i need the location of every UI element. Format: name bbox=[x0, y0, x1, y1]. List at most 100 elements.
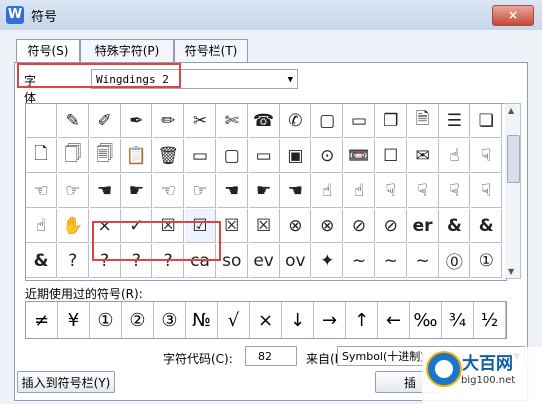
symbol-cell[interactable]: ☞ bbox=[185, 174, 216, 208]
symbol-cell[interactable]: ⓪ bbox=[439, 244, 471, 278]
symbol-cell[interactable] bbox=[26, 104, 57, 138]
symbol-cell[interactable]: ☟ bbox=[375, 174, 407, 208]
symbol-cell[interactable]: ☝ bbox=[344, 174, 375, 208]
recent-symbol-cell[interactable]: × bbox=[250, 302, 282, 338]
symbol-cell[interactable]: & bbox=[439, 209, 471, 243]
symbol-cell[interactable]: ⊗ bbox=[280, 209, 312, 243]
symbol-cell[interactable]: ✎ bbox=[57, 104, 89, 138]
symbol-cell[interactable]: ✏ bbox=[153, 104, 185, 138]
recent-symbol-cell[interactable]: ① bbox=[90, 302, 122, 338]
symbol-cell[interactable]: ☚ bbox=[216, 174, 248, 208]
symbol-cell[interactable]: ✆ bbox=[280, 104, 312, 138]
symbol-cell[interactable]: ☛ bbox=[248, 174, 280, 208]
symbol-cell[interactable]: ⊘ bbox=[375, 209, 407, 243]
symbol-cell[interactable]: ☟ bbox=[439, 174, 471, 208]
symbol-cell[interactable]: er bbox=[407, 209, 439, 243]
recent-symbol-cell[interactable]: ↓ bbox=[282, 302, 314, 338]
recent-symbol-cell[interactable]: ¾ bbox=[442, 302, 474, 338]
symbol-cell[interactable]: 🗑 bbox=[153, 139, 185, 173]
recent-symbol-cell[interactable]: ‰ bbox=[410, 302, 442, 338]
watermark-url: big100.net bbox=[461, 375, 516, 386]
tab-symbol[interactable]: 符号(S) bbox=[16, 39, 80, 63]
symbol-cell[interactable]: ⊘ bbox=[344, 209, 375, 243]
tab-special-characters[interactable]: 特殊字符(P) bbox=[80, 39, 174, 62]
symbol-cell[interactable]: ① bbox=[471, 244, 503, 278]
symbol-cell[interactable]: 🗐 bbox=[89, 139, 121, 173]
symbol-cell[interactable]: ⊗ bbox=[312, 209, 344, 243]
highlight-font-box bbox=[17, 63, 181, 88]
chevron-down-icon[interactable]: ▼ bbox=[288, 70, 293, 90]
grid-scrollbar[interactable]: ▲ ▼ bbox=[505, 103, 521, 279]
symbol-cell[interactable]: so bbox=[216, 244, 248, 278]
symbol-cell[interactable]: 🗋 bbox=[26, 139, 57, 173]
symbol-cell[interactable]: ☜ bbox=[153, 174, 185, 208]
close-button[interactable]: × bbox=[492, 5, 534, 26]
symbol-cell[interactable]: ☒ bbox=[248, 209, 280, 243]
recent-symbol-cell[interactable]: → bbox=[314, 302, 346, 338]
recent-symbol-cell[interactable]: ¥ bbox=[58, 302, 90, 338]
scroll-up-icon[interactable]: ▲ bbox=[508, 106, 514, 115]
symbol-cell[interactable]: ☐ bbox=[375, 139, 407, 173]
symbol-cell[interactable]: ✦ bbox=[312, 244, 344, 278]
symbol-cell[interactable]: ? bbox=[57, 244, 89, 278]
app-icon: W bbox=[6, 6, 24, 24]
symbol-cell[interactable]: ☰ bbox=[439, 104, 471, 138]
symbol-cell[interactable]: ev bbox=[248, 244, 280, 278]
symbol-cell[interactable]: ▢ bbox=[216, 139, 248, 173]
symbol-cell[interactable]: ☚ bbox=[89, 174, 121, 208]
symbol-cell[interactable]: ✐ bbox=[89, 104, 121, 138]
symbol-cell[interactable]: & bbox=[26, 244, 57, 278]
watermark-logo-icon bbox=[426, 351, 462, 387]
symbol-cell[interactable]: 🗍 bbox=[57, 139, 89, 173]
recent-symbol-cell[interactable]: ← bbox=[378, 302, 410, 338]
scroll-down-icon[interactable]: ▼ bbox=[508, 267, 514, 276]
symbol-cell[interactable]: ov bbox=[280, 244, 312, 278]
recent-symbol-cell[interactable]: № bbox=[186, 302, 218, 338]
recent-symbol-cell[interactable]: ③ bbox=[154, 302, 186, 338]
symbol-cell[interactable]: ▢ bbox=[312, 104, 344, 138]
scroll-thumb[interactable] bbox=[507, 135, 520, 183]
symbol-cell[interactable]: ✋ bbox=[57, 209, 89, 243]
symbol-cell[interactable]: ✒ bbox=[121, 104, 153, 138]
symbol-cell[interactable]: ☎ bbox=[248, 104, 280, 138]
symbol-cell[interactable]: ☟ bbox=[471, 174, 503, 208]
symbol-cell[interactable]: ✄ bbox=[216, 104, 248, 138]
recent-symbol-cell[interactable]: ½ bbox=[474, 302, 506, 338]
symbol-cell[interactable]: ☝ bbox=[439, 139, 471, 173]
tab-symbol-bar[interactable]: 符号栏(T) bbox=[174, 39, 248, 62]
symbol-cell[interactable]: 📼 bbox=[344, 139, 375, 173]
recent-symbol-cell[interactable]: ② bbox=[122, 302, 154, 338]
insert-to-symbol-bar-button[interactable]: 插入到符号栏(Y) bbox=[17, 371, 115, 393]
symbol-cell[interactable]: ☜ bbox=[26, 174, 57, 208]
recent-symbol-cell[interactable]: ≠ bbox=[26, 302, 58, 338]
char-code-input[interactable]: 82 bbox=[245, 346, 297, 366]
symbol-cell[interactable]: ▭ bbox=[344, 104, 375, 138]
recent-symbols-label: 近期使用过的符号(R): bbox=[25, 287, 143, 301]
recent-symbol-cell[interactable]: √ bbox=[218, 302, 250, 338]
symbol-cell[interactable]: 📋 bbox=[121, 139, 153, 173]
symbol-cell[interactable]: ☛ bbox=[121, 174, 153, 208]
symbol-cell[interactable]: ~ bbox=[375, 244, 407, 278]
from-value: Symbol(十进制) bbox=[342, 350, 425, 363]
symbol-cell[interactable]: ☝ bbox=[26, 209, 57, 243]
symbol-cell[interactable]: ❐ bbox=[375, 104, 407, 138]
symbol-cell[interactable]: ❏ bbox=[471, 104, 503, 138]
symbol-cell[interactable]: ☞ bbox=[57, 174, 89, 208]
symbol-cell[interactable]: ✉ bbox=[407, 139, 439, 173]
symbol-cell[interactable]: ▭ bbox=[248, 139, 280, 173]
symbol-cell[interactable]: & bbox=[471, 209, 503, 243]
symbol-cell[interactable]: ☚ bbox=[280, 174, 312, 208]
symbol-cell[interactable]: ▣ bbox=[280, 139, 312, 173]
watermark: 大百网 big100.net bbox=[422, 347, 542, 404]
symbol-cell[interactable]: ☝ bbox=[312, 174, 344, 208]
symbol-cell[interactable]: ⊙ bbox=[312, 139, 344, 173]
symbol-cell[interactable]: ~ bbox=[407, 244, 439, 278]
symbol-cell[interactable]: ✂ bbox=[185, 104, 216, 138]
symbol-cell[interactable]: ~ bbox=[344, 244, 375, 278]
symbol-cell[interactable]: ☟ bbox=[407, 174, 439, 208]
recent-symbol-cell[interactable]: ↑ bbox=[346, 302, 378, 338]
symbol-cell[interactable]: ▭ bbox=[185, 139, 216, 173]
symbol-cell[interactable]: 🗎 bbox=[407, 104, 439, 138]
symbol-cell[interactable]: ☒ bbox=[216, 209, 248, 243]
symbol-cell[interactable]: ☟ bbox=[471, 139, 503, 173]
